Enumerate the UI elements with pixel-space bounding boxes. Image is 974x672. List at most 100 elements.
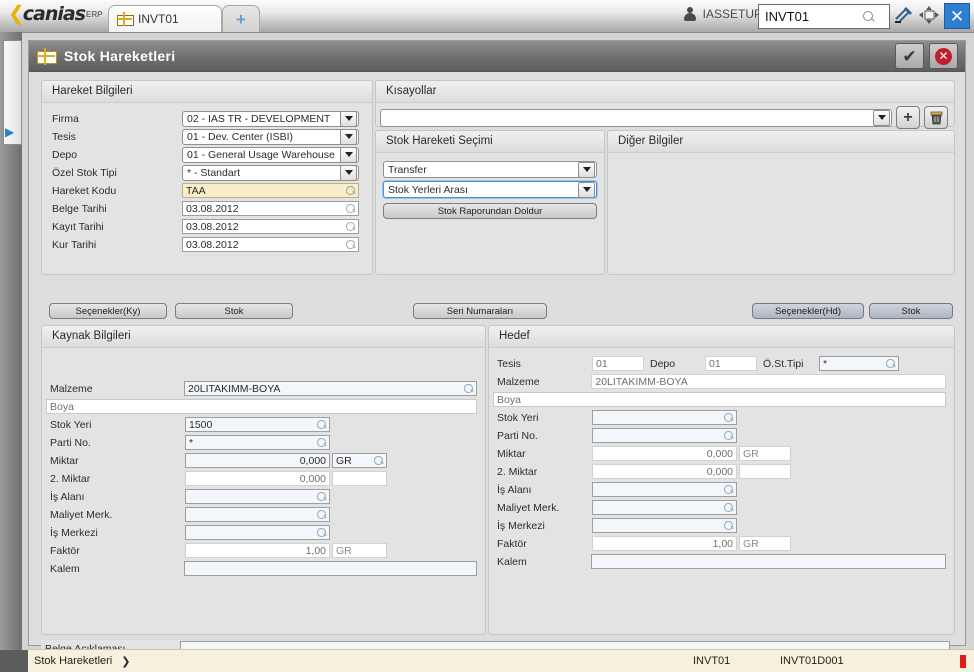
- close-circle-icon: ✕: [935, 47, 952, 65]
- select-tesis[interactable]: 01 - Dev. Center (ISBI): [182, 128, 359, 145]
- label-hedef-depo: Depo: [644, 355, 705, 372]
- label-hedef-miktar: Miktar: [493, 445, 592, 462]
- seri-numaralari-button[interactable]: Seri Numaraları: [413, 303, 547, 319]
- new-tab-button[interactable]: +: [222, 5, 260, 32]
- status-indicator-badge: [960, 654, 966, 668]
- input-kaynak-maliyet-merk[interactable]: [185, 507, 330, 522]
- lookup-icon[interactable]: [346, 204, 355, 213]
- input-belge-tarihi[interactable]: 03.08.2012: [182, 201, 359, 216]
- chevron-down-icon[interactable]: [340, 146, 357, 163]
- tab-strip: INVT01 +: [108, 4, 260, 32]
- add-shortcut-button[interactable]: +: [896, 106, 920, 129]
- confirm-button[interactable]: ✔: [895, 43, 924, 69]
- select-firma[interactable]: 02 - IAS TR - DEVELOPMENT: [182, 110, 359, 127]
- pin-icon[interactable]: [892, 5, 914, 27]
- lookup-icon[interactable]: [724, 485, 733, 494]
- select-ozel-stok-tipi[interactable]: * - Standart: [182, 164, 359, 181]
- label-kaynak-kalem: Kalem: [46, 560, 185, 577]
- global-search[interactable]: [758, 4, 890, 29]
- input-kaynak-stok-yeri[interactable]: 1500: [185, 417, 330, 432]
- chevron-down-icon[interactable]: [340, 110, 357, 127]
- field-row-hedef-malzeme: Malzeme 20LITAKIMM-BOYA: [493, 373, 946, 390]
- input-hedef-is-merkezi[interactable]: [592, 518, 737, 533]
- delete-shortcut-button[interactable]: [924, 106, 948, 129]
- input-kaynak-miktar2: 0,000: [185, 471, 330, 486]
- input-hedef-kalem[interactable]: [591, 554, 946, 569]
- input-hareket-kodu[interactable]: TAA: [182, 183, 359, 198]
- select-hareket-turu[interactable]: Transfer: [383, 161, 597, 178]
- panel-hedef: Hedef Tesis 01 Depo 01 Ö.St.Tipi * Malze…: [488, 325, 955, 635]
- status-breadcrumb[interactable]: Stok Hareketleri ❯: [28, 655, 130, 668]
- logo-superscript: ERP: [86, 9, 103, 19]
- label-hedef-tesis: Tesis: [493, 355, 592, 372]
- input-kaynak-miktar[interactable]: 0,000: [185, 453, 330, 468]
- input-kaynak-parti-no[interactable]: *: [185, 435, 330, 450]
- resize-icon[interactable]: [918, 5, 940, 27]
- input-hedef-maliyet-merk[interactable]: [592, 500, 737, 515]
- field-row-hedef-parti-no: Parti No.: [493, 427, 946, 444]
- label-ozel-stok-tipi: Özel Stok Tipi: [48, 164, 182, 181]
- input-kaynak-is-merkezi[interactable]: [185, 525, 330, 540]
- select-hareket-alt-turu[interactable]: Stok Yerleri Arası: [383, 181, 597, 198]
- label-kaynak-is-merkezi: İş Merkezi: [46, 524, 185, 541]
- secenekler-hd-button[interactable]: Seçenekler(Hd): [752, 303, 864, 319]
- close-window-button[interactable]: ✕: [944, 3, 970, 29]
- label-kaynak-stok-yeri: Stok Yeri: [46, 416, 185, 433]
- input-kaynak-is-alani[interactable]: [185, 489, 330, 504]
- lookup-icon[interactable]: [464, 384, 473, 393]
- input-kur-tarihi[interactable]: 03.08.2012: [182, 237, 359, 252]
- chevron-right-icon[interactable]: ❯: [121, 655, 130, 668]
- current-user[interactable]: IASSETUP: [683, 7, 762, 21]
- lookup-icon[interactable]: [886, 359, 895, 368]
- input-kaynak-kalem[interactable]: [184, 561, 477, 576]
- lookup-icon[interactable]: [317, 438, 326, 447]
- secenekler-ky-button[interactable]: Seçenekler(Ky): [49, 303, 167, 319]
- lookup-icon[interactable]: [374, 456, 383, 465]
- input-kayit-tarihi[interactable]: 03.08.2012: [182, 219, 359, 234]
- select-kisayol[interactable]: [380, 108, 892, 127]
- chevron-down-icon[interactable]: [340, 128, 357, 145]
- input-hedef-faktor-birim: GR: [739, 536, 791, 551]
- lookup-icon[interactable]: [317, 528, 326, 537]
- search-icon[interactable]: [863, 10, 875, 23]
- lookup-icon[interactable]: [346, 240, 355, 249]
- status-bar: Stok Hareketleri ❯ INVT01 INVT01D001: [28, 649, 974, 672]
- label-hareket-kodu: Hareket Kodu: [48, 182, 182, 199]
- chevron-down-icon[interactable]: [578, 181, 595, 198]
- input-hedef-is-alani[interactable]: [592, 482, 737, 497]
- input-hedef-stok-yeri[interactable]: [592, 410, 737, 425]
- stok-raporundan-doldur-button[interactable]: Stok Raporundan Doldur: [383, 203, 597, 219]
- lookup-icon[interactable]: [724, 431, 733, 440]
- expand-arrow-icon[interactable]: ▶: [5, 125, 14, 139]
- hareket-bilgileri-form: Firma 02 - IAS TR - DEVELOPMENT Tesis 01…: [42, 103, 372, 253]
- cancel-button[interactable]: ✕: [929, 43, 958, 69]
- stok-hd-button[interactable]: Stok: [869, 303, 953, 319]
- stok-hareketi-secimi-controls: Transfer Stok Yerleri Arası Stok Raporun…: [376, 153, 604, 219]
- input-kaynak-miktar-birim[interactable]: GR: [332, 453, 387, 468]
- lookup-icon[interactable]: [724, 521, 733, 530]
- menu-rail-panel[interactable]: Menü ▶: [3, 40, 22, 145]
- chevron-down-icon[interactable]: [340, 164, 357, 181]
- lookup-icon[interactable]: [724, 503, 733, 512]
- tab-invt01[interactable]: INVT01: [108, 5, 222, 32]
- input-hedef-faktor-value: 1,00: [712, 537, 733, 550]
- search-input[interactable]: [763, 8, 863, 25]
- input-hedef-ozel-stok-tipi[interactable]: *: [819, 356, 899, 371]
- input-kaynak-malzeme[interactable]: 20LITAKIMM-BOYA: [184, 381, 477, 396]
- canias-logo: ❮ canias ERP: [8, 3, 102, 25]
- lookup-icon[interactable]: [724, 413, 733, 422]
- label-kur-tarihi: Kur Tarihi: [48, 236, 182, 253]
- lookup-icon[interactable]: [317, 510, 326, 519]
- field-row-hedef-kalem: Kalem: [493, 553, 946, 570]
- chevron-down-icon[interactable]: [873, 109, 890, 126]
- select-depo[interactable]: 01 - General Usage Warehouse: [182, 146, 359, 163]
- lookup-icon[interactable]: [317, 492, 326, 501]
- lookup-icon[interactable]: [346, 186, 355, 195]
- lookup-icon[interactable]: [346, 222, 355, 231]
- stok-ky-button[interactable]: Stok: [175, 303, 293, 319]
- input-hedef-parti-no[interactable]: [592, 428, 737, 443]
- chevron-down-icon[interactable]: [578, 161, 595, 178]
- select-ozel-stok-tipi-value: * - Standart: [187, 166, 241, 179]
- lookup-icon[interactable]: [317, 420, 326, 429]
- label-hedef-stok-yeri: Stok Yeri: [493, 409, 592, 426]
